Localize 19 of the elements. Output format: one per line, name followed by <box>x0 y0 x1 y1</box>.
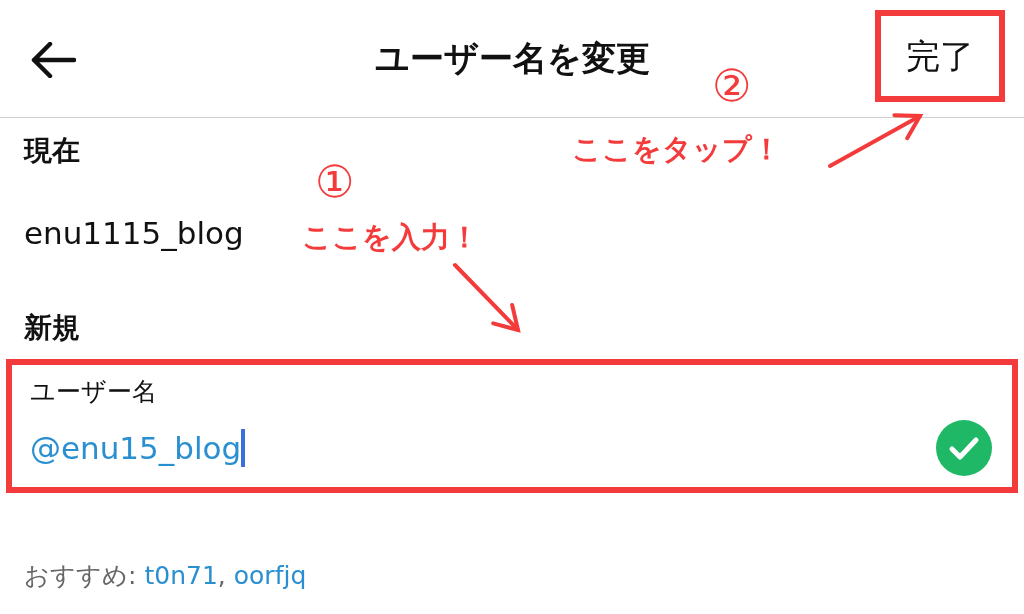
field-label: ユーザー名 <box>30 375 157 408</box>
done-button[interactable]: 完了 <box>875 10 1005 102</box>
step-number: ② <box>712 64 752 108</box>
arrow <box>453 263 521 333</box>
annotation-text: ここを入力！ <box>302 219 479 256</box>
back-arrow-icon[interactable] <box>30 42 76 78</box>
current-username: enu1115_blog <box>24 214 244 253</box>
page-title: ユーザー名を変更 <box>374 37 650 80</box>
suggestion-link[interactable]: oorfjq <box>233 556 307 594</box>
step-number: ① <box>315 160 355 204</box>
annotation-text: ここをタップ！ <box>572 131 781 168</box>
text-cursor <box>241 429 246 467</box>
section-heading: 現在 <box>24 133 80 169</box>
suggestions-label: おすすめ: <box>24 559 137 592</box>
separator: , <box>217 559 226 592</box>
section-heading: 新規 <box>24 309 80 346</box>
username-field[interactable]: ユーザー名 @enu15_blog <box>6 358 1018 493</box>
field-value: @enu15_blog <box>30 428 242 468</box>
suggestion-link[interactable]: t0n71 <box>144 556 218 594</box>
